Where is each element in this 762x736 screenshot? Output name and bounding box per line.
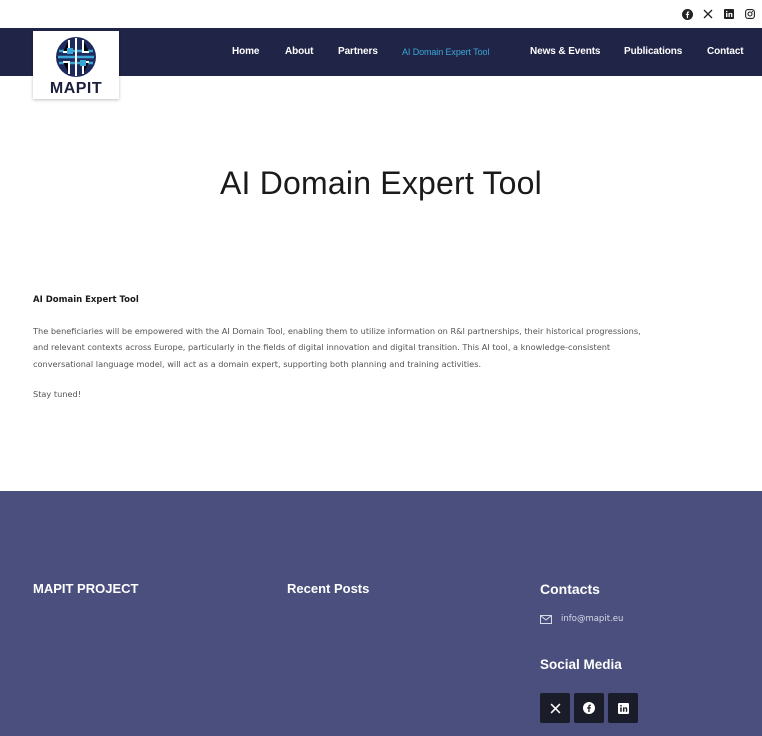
x-icon: [550, 703, 560, 713]
nav-publications[interactable]: Publications: [624, 46, 682, 57]
footer-email-text: info@mapit.eu: [561, 614, 624, 624]
footer-facebook-button[interactable]: [574, 693, 604, 723]
footer-x-button[interactable]: [540, 693, 570, 723]
globe-icon: [56, 37, 96, 77]
nav-home[interactable]: Home: [232, 46, 259, 57]
page-title: AI Domain Expert Tool: [220, 165, 542, 201]
logo-wordmark: MAPIT: [49, 80, 103, 97]
instagram-icon[interactable]: [744, 8, 756, 20]
nav-contact[interactable]: Contact: [707, 46, 744, 57]
paragraph-line: conversational language model, will act …: [33, 358, 482, 369]
facebook-icon[interactable]: [681, 8, 693, 20]
nav-partners[interactable]: Partners: [338, 46, 378, 57]
footer-linkedin-button[interactable]: [608, 693, 638, 723]
envelope-icon: [540, 614, 552, 624]
footer-project-title: MAPIT PROJECT: [33, 581, 139, 596]
top-social-icons: [681, 8, 756, 20]
content-paragraph: The beneficiaries will be empowered with…: [33, 323, 743, 373]
footer-recent-posts-title: Recent Posts: [287, 581, 370, 596]
footer-contacts-title: Contacts: [540, 581, 600, 597]
linkedin-icon: [617, 702, 629, 714]
x-icon[interactable]: [702, 8, 714, 20]
facebook-icon: [583, 702, 595, 714]
site-logo[interactable]: MAPIT: [33, 31, 119, 99]
content-subheading: AI Domain Expert Tool: [33, 295, 139, 305]
site-footer: [0, 491, 762, 736]
footer-email-link[interactable]: info@mapit.eu: [540, 614, 623, 624]
paragraph-line: The beneficiaries will be empowered with…: [33, 325, 641, 336]
top-utility-bar: [0, 0, 762, 28]
linkedin-icon[interactable]: [723, 8, 735, 20]
nav-about[interactable]: About: [285, 46, 313, 57]
main-content: AI Domain Expert Tool The beneficiaries …: [33, 292, 743, 403]
closing-text: Stay tuned!: [33, 389, 81, 400]
nav-ai-domain-expert-tool[interactable]: AI Domain Expert Tool: [402, 47, 489, 57]
paragraph-line: and relevant contexts across Europe, par…: [33, 342, 611, 353]
footer-social-title: Social Media: [540, 657, 622, 672]
nav-news-events[interactable]: News & Events: [530, 46, 601, 57]
footer-social-row: [540, 693, 638, 723]
